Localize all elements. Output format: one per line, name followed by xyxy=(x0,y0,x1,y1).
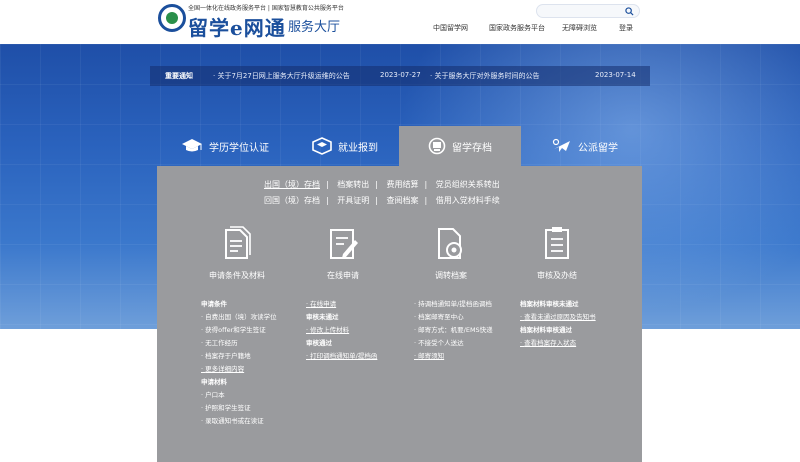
func-label: 申请条件及材料 xyxy=(209,271,265,280)
notice-label: 重要通知 xyxy=(165,72,193,80)
nav-link-cscse[interactable]: 中国留学网 xyxy=(433,23,468,33)
list-item: 持调档通知单/提档函调档 xyxy=(414,298,518,311)
nav-link-accessibility[interactable]: 无障碍浏览 xyxy=(562,23,597,33)
tab-label: 公派留学 xyxy=(578,142,618,154)
list-item: 录取通知书或在读证 xyxy=(201,415,305,428)
view-rejection-reason-link[interactable]: 查看未通过原因及告知书 xyxy=(520,311,624,324)
sublink-archive-transfer-out[interactable]: 档案转出 xyxy=(337,179,369,190)
site-logo[interactable]: 全国一体化在线政务服务平台 | 国家智慧教育公共服务平台 留学e网通 服务大厅 xyxy=(158,2,388,42)
list-item: 获得offer和学生签证 xyxy=(201,324,305,337)
list-item: 无工作经历 xyxy=(201,337,305,350)
search-input[interactable] xyxy=(536,4,640,18)
tab-government-sponsored[interactable]: 公派留学 xyxy=(540,126,630,166)
func-transfer-archive[interactable]: 调转档案 xyxy=(396,226,506,281)
edit-form-icon xyxy=(330,229,358,259)
archive-service-panel: 出国（境）存档 | 档案转出 | 费用结算 | 党员组织关系转出 回国（境）存档 | 开… xyxy=(157,166,642,462)
sublink-issue-certificate[interactable]: 开具证明 xyxy=(337,195,369,206)
sublink-view-archive[interactable]: 查阅档案 xyxy=(387,195,419,206)
sublinks-row-2: 回国（境）存档 | 开具证明 | 查阅档案 | 借用入党材料手续 xyxy=(264,195,500,206)
notice-date-2: 2023-07-14 xyxy=(595,71,636,79)
sublink-borrow-party-materials[interactable]: 借用入党材料手续 xyxy=(436,195,500,206)
list-item: 自费出国（境）攻读学位 xyxy=(201,311,305,324)
sublink-fee-settlement[interactable]: 费用结算 xyxy=(387,179,419,190)
tab-label: 留学存档 xyxy=(452,142,492,154)
func-label: 调转档案 xyxy=(435,271,467,280)
column-heading: 申请条件 xyxy=(201,300,227,308)
func-label: 审核及办结 xyxy=(537,271,577,280)
notice-date-1: 2023-07-27 xyxy=(380,71,421,79)
list-item: 户口本 xyxy=(201,389,305,402)
checklist-icon xyxy=(545,227,569,259)
logo-top-text: 全国一体化在线政务服务平台 | 国家智慧教育公共服务平台 xyxy=(188,5,344,12)
tab-label: 就业报到 xyxy=(338,142,378,154)
tab-study-abroad-archive[interactable]: 留学存档 xyxy=(399,126,521,166)
nav-link-login[interactable]: 登录 xyxy=(619,23,633,33)
online-apply-link[interactable]: 在线申请 xyxy=(306,298,410,311)
list-item: 不接受个人送达 xyxy=(414,337,518,350)
column-heading: 档案材料审核未通过 xyxy=(520,300,579,308)
list-item: 邮寄方式：机要/EMS快递 xyxy=(414,324,518,337)
graduation-cap-icon xyxy=(182,139,202,152)
column-heading: 档案材料审核通过 xyxy=(520,326,572,334)
tab-label: 学历学位认证 xyxy=(209,142,269,154)
sublink-return-archive[interactable]: 回国（境）存档 xyxy=(264,195,320,206)
func-label: 在线申请 xyxy=(327,271,359,280)
column-heading: 审核未通过 xyxy=(306,313,339,321)
list-item: 档案存于户籍地 xyxy=(201,350,305,363)
document-icon xyxy=(225,226,251,259)
func-online-apply[interactable]: 在线申请 xyxy=(288,226,398,281)
logo-sub-text: 服务大厅 xyxy=(288,20,341,35)
mailing-notice-link[interactable]: 邮寄须知 xyxy=(414,350,518,363)
search-icon[interactable] xyxy=(625,7,634,16)
notice-link-1[interactable]: · 关于7月27日网上服务大厅升级运维的公告 xyxy=(213,71,350,81)
detail-column-review: 档案材料审核未通过 查看未通过原因及告知书 档案材料审核通过 查看档案存入状态 xyxy=(520,298,624,350)
list-item: 护照和学生签证 xyxy=(201,402,305,415)
column-heading: 审核通过 xyxy=(306,339,332,347)
modify-materials-link[interactable]: 修改上传材料 xyxy=(306,324,410,337)
tab-degree-certification[interactable]: 学历学位认证 xyxy=(165,126,285,166)
detail-column-transfer: 持调档通知单/提档函调档 档案邮寄至中心 邮寄方式：机要/EMS快递 不接受个人… xyxy=(414,298,518,363)
folder-icon xyxy=(428,137,446,155)
notice-bar: 重要通知 · 关于7月27日网上服务大厅升级运维的公告 2023-07-27 ·… xyxy=(150,66,650,86)
sublink-party-relation-transfer[interactable]: 党员组织关系转出 xyxy=(436,179,500,190)
column-heading: 申请材料 xyxy=(201,378,227,386)
sublinks-row-1: 出国（境）存档 | 档案转出 | 费用结算 | 党员组织关系转出 xyxy=(264,179,500,190)
view-archive-status-link[interactable]: 查看档案存入状态 xyxy=(520,337,624,350)
more-details-link[interactable]: 更多详细内容 xyxy=(201,363,305,376)
detail-column-requirements: 申请条件 自费出国（境）攻读学位 获得offer和学生签证 无工作经历 档案存于… xyxy=(201,298,305,428)
tab-employment-report[interactable]: 就业报到 xyxy=(300,126,390,166)
print-notice-link[interactable]: 打印调档通知单/提档函 xyxy=(306,350,410,363)
briefcase-icon xyxy=(312,137,332,155)
logo-main-text: 留学e网通 xyxy=(188,16,286,40)
nav-link-gov-platform[interactable]: 国家政务服务平台 xyxy=(489,23,545,33)
logo-emblem-icon xyxy=(158,4,186,32)
airplane-icon xyxy=(552,138,570,152)
list-item: 档案邮寄至中心 xyxy=(414,311,518,324)
func-review-complete[interactable]: 审核及办结 xyxy=(502,226,612,281)
detail-column-online-apply: 在线申请 审核未通过 修改上传材料 审核通过 打印调档通知单/提档函 xyxy=(306,298,410,363)
sublink-outbound-archive[interactable]: 出国（境）存档 xyxy=(264,179,320,190)
func-requirements[interactable]: 申请条件及材料 xyxy=(182,226,292,281)
file-view-icon xyxy=(438,228,462,259)
site-header: 全国一体化在线政务服务平台 | 国家智慧教育公共服务平台 留学e网通 服务大厅 … xyxy=(0,0,800,44)
notice-link-2[interactable]: · 关于服务大厅对外服务时间的公告 xyxy=(430,71,539,81)
